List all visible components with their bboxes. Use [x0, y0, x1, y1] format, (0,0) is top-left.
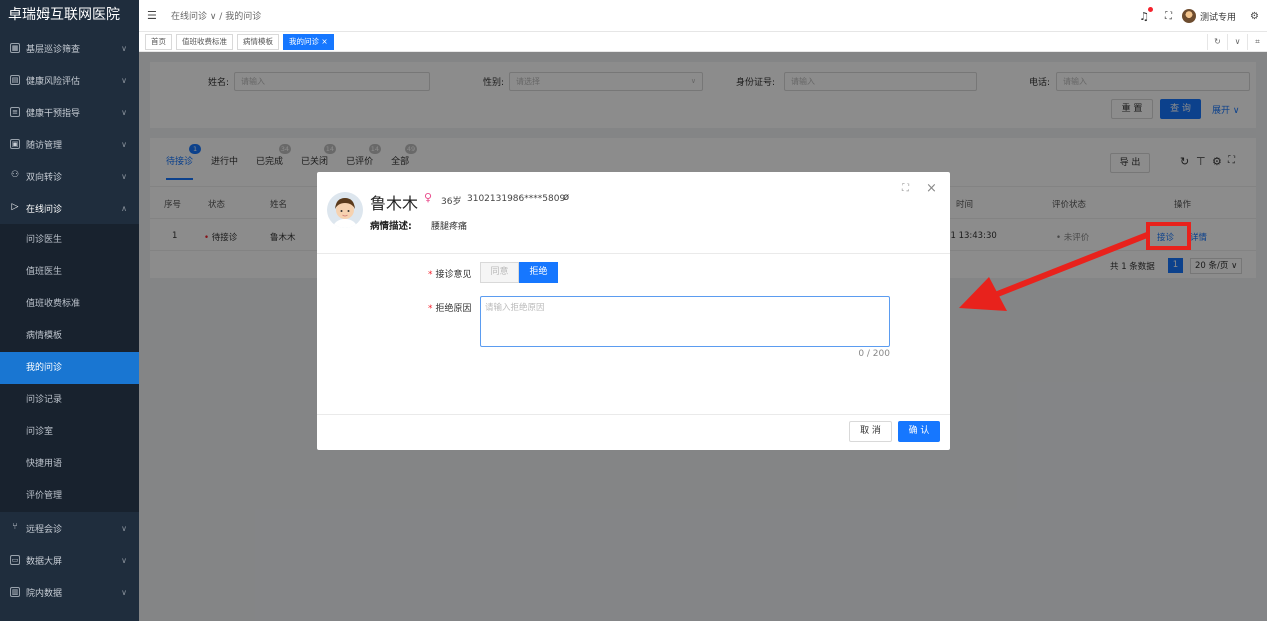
tab-condition-template[interactable]: 病情模板	[237, 33, 279, 50]
tab-home[interactable]: 首页	[145, 33, 172, 50]
expand-icon[interactable]: ⌗	[1247, 34, 1267, 50]
sidebar-item-hospital-data[interactable]: ▥ 院内数据 ∨	[0, 576, 139, 608]
patient-name: 鲁木木	[370, 194, 419, 213]
opinion-label-text: 接诊意见	[435, 270, 472, 280]
sidebar-item-label: 健康干预指导	[26, 108, 81, 119]
reason-label-text: 拒绝原因	[435, 304, 472, 314]
patient-id-number: 3102131986****5809	[467, 194, 566, 204]
sidebar-item-bigscreen[interactable]: ▭ 数据大屏 ∨	[0, 544, 139, 576]
reject-option[interactable]: 拒绝	[519, 262, 558, 283]
sidebar-item-label: 在线问诊	[26, 204, 63, 215]
divider	[317, 253, 950, 254]
confirm-button[interactable]: 确 认	[898, 421, 940, 442]
close-icon[interactable]: ×	[926, 181, 937, 196]
chevron-down-icon: ∨	[121, 139, 127, 149]
divider	[317, 414, 950, 415]
sidebar-item-label: 双向转诊	[26, 172, 63, 183]
doc-icon: ▤	[10, 75, 20, 85]
sidebar-sub-my-consult[interactable]: 我的问诊	[0, 352, 139, 384]
annotation-arrow	[959, 232, 1150, 311]
tabs-bar: 首页 值班收费标准 病情模板 我的问诊 × ↻ ∨ ⌗	[139, 32, 1267, 52]
sidebar-item-referral[interactable]: ⚇ 双向转诊 ∨	[0, 160, 139, 192]
gear-icon[interactable]: ⚙	[1250, 11, 1259, 22]
top-header: ☰ 在线问诊 ∨ / 我的问诊 ♫ ⛶ 测试专用 ⚙	[139, 0, 1267, 32]
sidebar-item-label: 院内数据	[26, 588, 63, 599]
sidebar-sub-condition-template[interactable]: 病情模板	[0, 320, 139, 352]
sidebar-item-label: 基层巡诊筛查	[26, 44, 81, 55]
chevron-down-icon: ∨	[121, 171, 127, 181]
chevron-down-icon: ∨	[121, 43, 127, 53]
screen-icon: ▭	[10, 555, 20, 565]
patient-avatar-illustration	[327, 192, 363, 228]
tab-duty-fee[interactable]: 值班收费标准	[176, 33, 233, 50]
tab-my-consult[interactable]: 我的问诊 ×	[283, 33, 334, 50]
required-mark: *	[428, 304, 433, 314]
sidebar-item-remote[interactable]: ⑂ 远程会诊 ∨	[0, 512, 139, 544]
header-tools: ♫ ⛶ 测试专用 ⚙	[1139, 0, 1267, 32]
calendar-icon: ▣	[10, 139, 20, 149]
grid-icon: ▦	[10, 43, 20, 53]
condition-desc-value: 腰腿疼痛	[431, 222, 468, 232]
reason-label: * 拒绝原因	[428, 301, 472, 314]
accept-consult-modal: 鲁木木 ♀ 36岁 3102131986****5809 ø 病情描述: 腰腿疼…	[317, 172, 950, 450]
chevron-down-icon[interactable]: ∨	[1227, 34, 1247, 50]
chevron-down-icon: ∨	[121, 523, 127, 533]
sidebar-sub-consult-doctor[interactable]: 问诊医生	[0, 224, 139, 256]
required-mark: *	[428, 270, 433, 280]
sidebar-item-followup[interactable]: ▣ 随访管理 ∨	[0, 128, 139, 160]
submenu-online-consult: 问诊医生 值班医生 值班收费标准 病情模板 我的问诊 问诊记录 问诊室 快捷用语…	[0, 224, 139, 512]
fullscreen-icon[interactable]: ⛶	[1165, 11, 1172, 22]
play-icon: ▷	[11, 202, 19, 212]
sidebar-sub-duty-fee[interactable]: 值班收费标准	[0, 288, 139, 320]
user-icon: ⚇	[10, 170, 20, 180]
sidebar-sub-evaluation[interactable]: 评价管理	[0, 480, 139, 512]
brand-title: 卓瑞姆互联网医院	[8, 7, 120, 23]
avatar[interactable]	[1182, 9, 1197, 23]
chevron-down-icon: ∨	[121, 587, 127, 597]
sidebar-item-online-consult[interactable]: ▷ 在线问诊 ∧	[0, 192, 139, 224]
list-icon: ≡	[10, 107, 20, 117]
chevron-down-icon: ∨	[121, 555, 127, 565]
chevron-up-icon: ∧	[121, 203, 127, 213]
user-name[interactable]: 测试专用	[1200, 10, 1236, 23]
agree-option[interactable]: 同意	[480, 262, 519, 283]
sidebar-item-label: 远程会诊	[26, 524, 63, 535]
notification-dot	[1148, 6, 1154, 12]
female-icon: ♀	[424, 191, 433, 204]
sidebar-sub-consult-room[interactable]: 问诊室	[0, 416, 139, 448]
breadcrumb[interactable]: 在线问诊 ∨ / 我的问诊	[171, 9, 261, 22]
patient-age: 36岁	[441, 197, 462, 207]
sidebar-sub-consult-record[interactable]: 问诊记录	[0, 384, 139, 416]
chevron-down-icon: ∨	[121, 107, 127, 117]
eye-off-icon[interactable]: ø	[563, 192, 569, 203]
opinion-toggle: 同意 拒绝	[480, 262, 558, 283]
bell-icon[interactable]: ♫	[1139, 6, 1154, 23]
sidebar-item-label: 数据大屏	[26, 556, 63, 567]
menu-fold-icon[interactable]: ☰	[147, 9, 161, 22]
sidebar: 卓瑞姆互联网医院 ▦ 基层巡诊筛查 ∨ ▤ 健康风险评估 ∨ ≡ 健康干预指导 ∨ ▣ 随访管…	[0, 0, 139, 621]
table-icon: ▥	[10, 587, 20, 597]
branch-icon: ⑂	[12, 522, 18, 532]
sidebar-item-intervention[interactable]: ≡ 健康干预指导 ∨	[0, 96, 139, 128]
reject-reason-textarea[interactable]: 请输入拒绝原因	[480, 296, 890, 347]
condition-desc-label: 病情描述:	[370, 221, 412, 232]
sidebar-item-risk[interactable]: ▤ 健康风险评估 ∨	[0, 64, 139, 96]
maximize-icon[interactable]: ⛶	[902, 183, 909, 194]
sidebar-sub-duty-doctor[interactable]: 值班医生	[0, 256, 139, 288]
refresh-icon[interactable]: ↻	[1207, 34, 1227, 50]
patient-avatar	[327, 192, 363, 228]
opinion-label: * 接诊意见	[428, 267, 472, 280]
sidebar-sub-quick-phrase[interactable]: 快捷用语	[0, 448, 139, 480]
chevron-down-icon: ∨	[121, 75, 127, 85]
sidebar-item-label: 随访管理	[26, 140, 63, 151]
char-counter: 0 / 200	[858, 349, 890, 359]
tabs-tools: ↻ ∨ ⌗	[1207, 34, 1267, 50]
sidebar-item-screening[interactable]: ▦ 基层巡诊筛查 ∨	[0, 32, 139, 64]
cancel-button[interactable]: 取 消	[849, 421, 892, 442]
sidebar-item-label: 健康风险评估	[26, 76, 81, 87]
